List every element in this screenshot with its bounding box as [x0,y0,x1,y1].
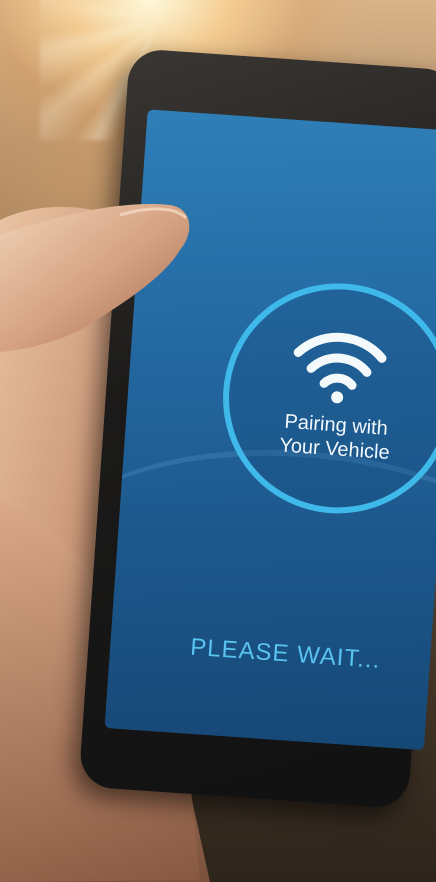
hand-thumb [0,204,190,352]
photo-scene: Pairing with Your Vehicle PLEASE WAIT... [0,0,436,882]
